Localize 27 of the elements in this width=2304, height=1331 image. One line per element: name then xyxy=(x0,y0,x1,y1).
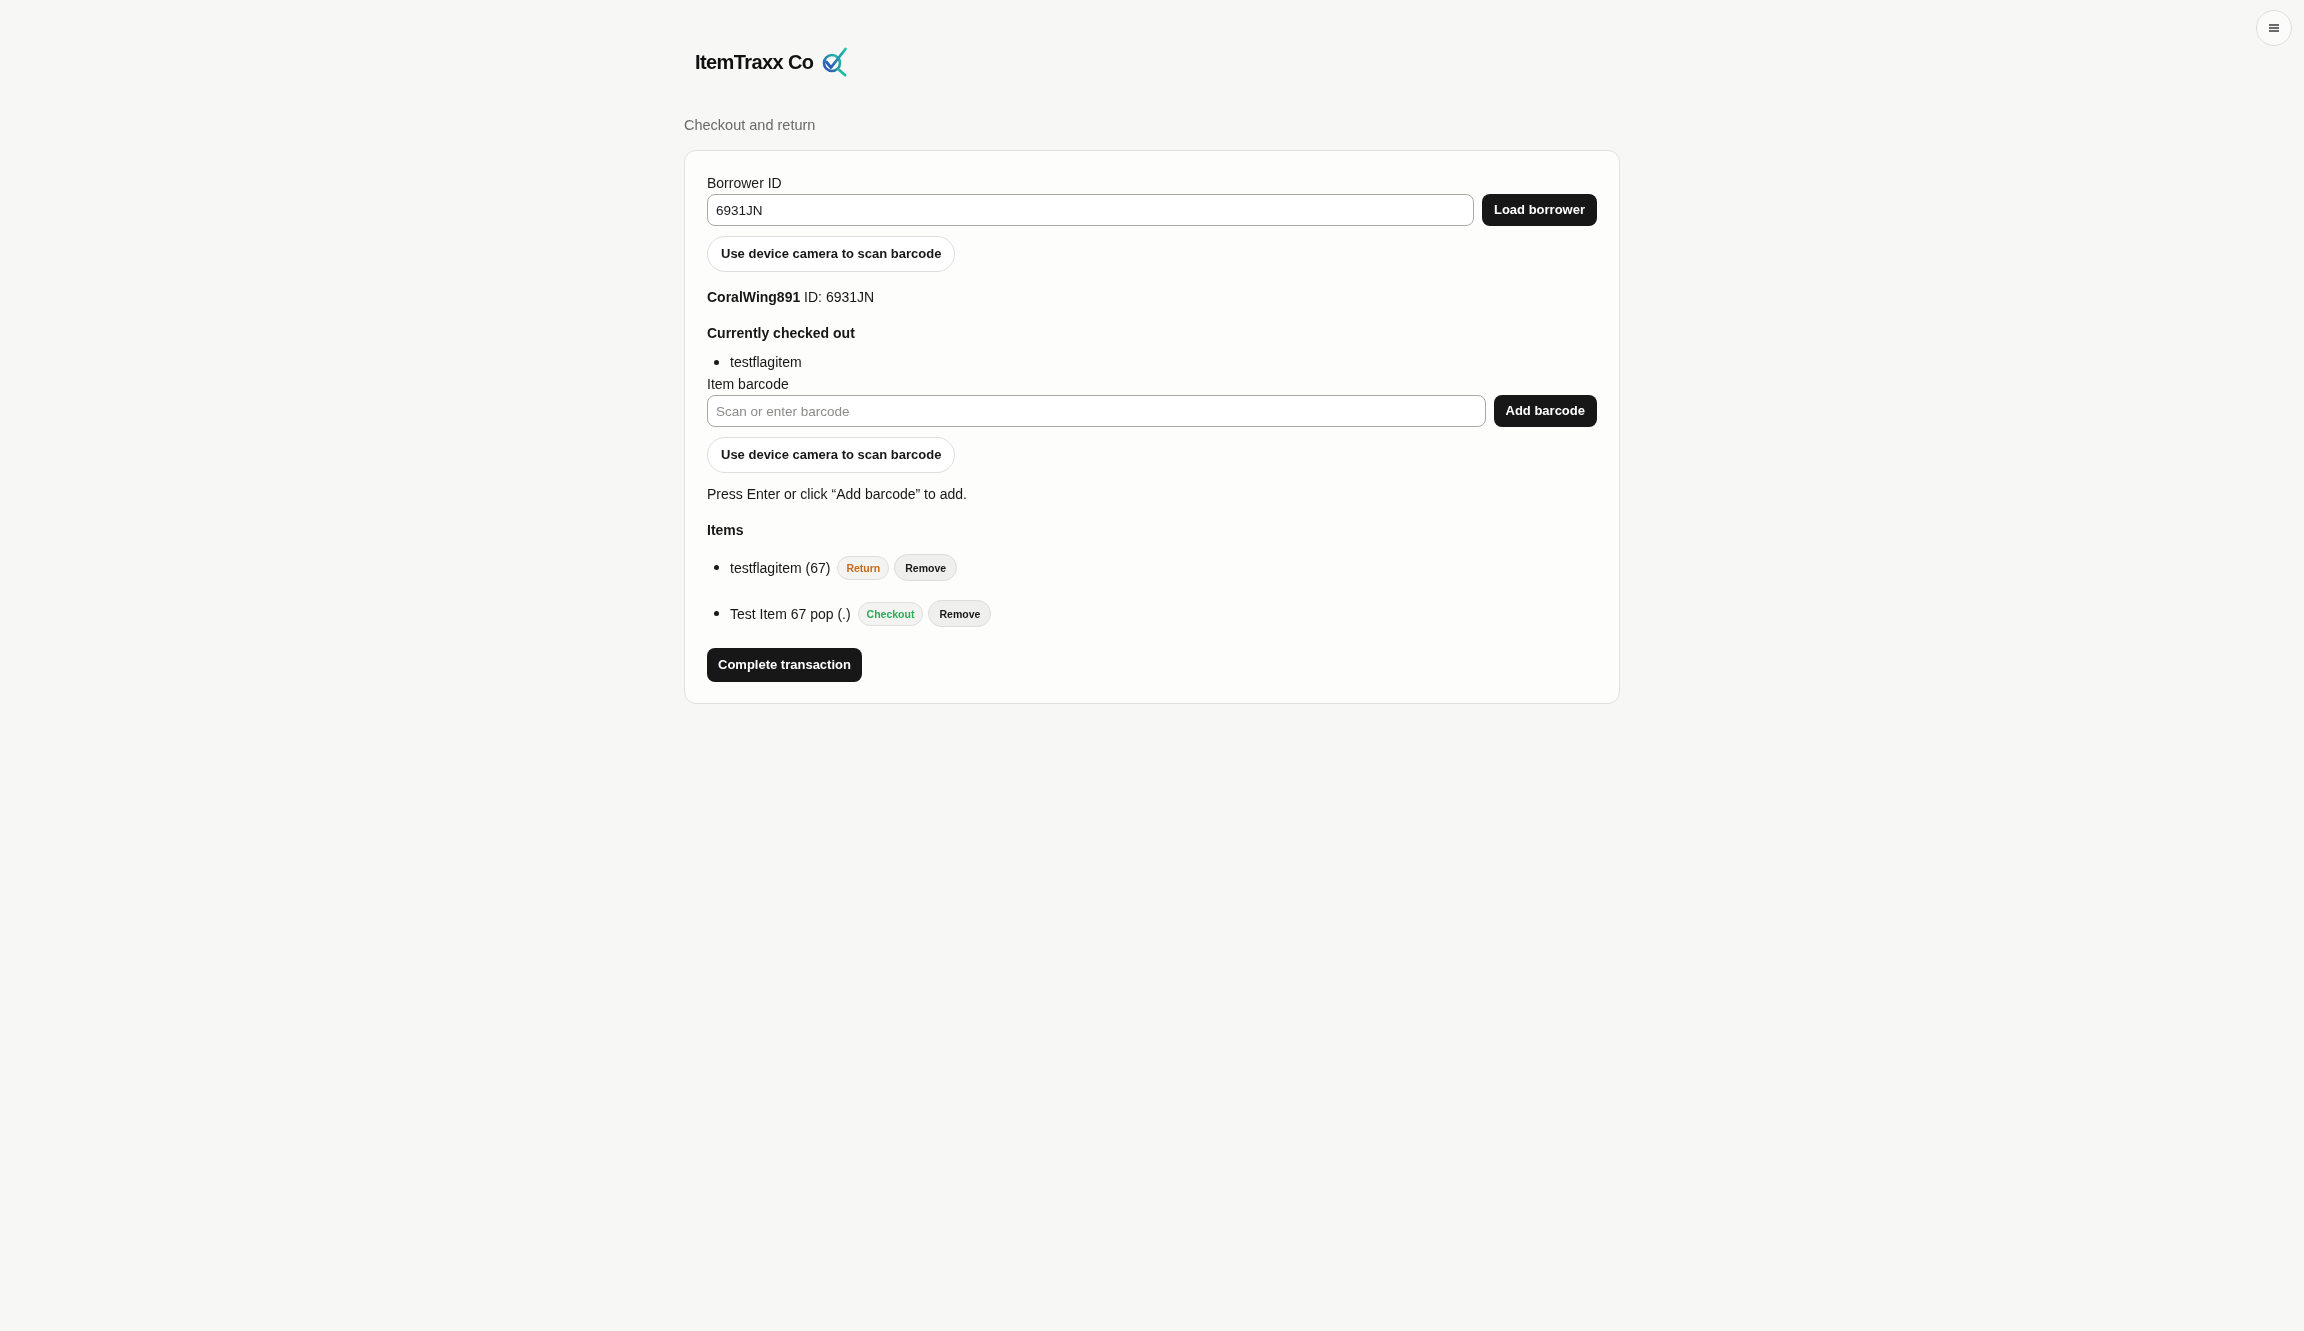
complete-transaction-button[interactable]: Complete transaction xyxy=(707,648,862,682)
menu-button[interactable] xyxy=(2256,10,2292,46)
brand-name: ItemTraxx Co xyxy=(695,50,814,75)
barcode-field[interactable]: Scan or enter barcode xyxy=(707,395,1486,427)
bullet-icon xyxy=(714,565,719,570)
field-label: Borrower ID xyxy=(707,174,782,193)
remove-button[interactable]: Remove xyxy=(894,554,958,581)
load-borrower-button[interactable]: Load borrower xyxy=(1482,194,1597,226)
section-heading: Items xyxy=(707,521,744,540)
section-heading: Currently checked out xyxy=(707,324,855,343)
bullet-icon xyxy=(714,611,719,616)
list-item-text: testflagitem xyxy=(730,353,802,372)
scan-camera-button[interactable]: Use device camera to scan barcode xyxy=(707,437,956,473)
item-name: testflagitem (67) xyxy=(730,558,831,578)
borrower-id-field[interactable]: 6931JN xyxy=(707,194,1474,226)
magnifier-check-icon xyxy=(821,47,849,77)
action-toggle-button[interactable]: Return xyxy=(837,555,890,580)
remove-button[interactable]: Remove xyxy=(928,600,992,627)
page-title: Checkout and return xyxy=(684,116,816,135)
scan-camera-button[interactable]: Use device camera to scan barcode xyxy=(707,236,956,272)
hint-text: Press Enter or click “Add barcode” to add. xyxy=(707,485,967,504)
add-barcode-button[interactable]: Add barcode xyxy=(1493,395,1597,427)
bullet-icon xyxy=(714,359,719,365)
borrower-summary: CoralWing891 ID: 6931JN xyxy=(707,288,875,307)
item-name: Test Item 67 pop (.) xyxy=(730,604,851,624)
menu-icon xyxy=(2269,24,2279,32)
field-label: Item barcode xyxy=(707,375,789,394)
